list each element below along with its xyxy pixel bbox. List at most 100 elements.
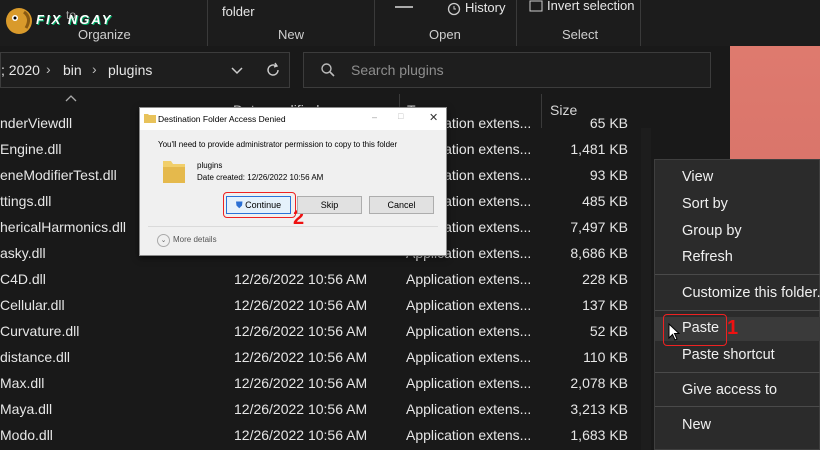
table-row[interactable]: C4D.dll 12/26/2022 10:56 AM Application … [0, 267, 640, 293]
menu-item-paste-shortcut[interactable]: Paste shortcut [655, 344, 820, 368]
file-type: Application extens... [406, 427, 532, 443]
file-size: 228 KB [582, 271, 628, 287]
skip-label: Skip [320, 200, 339, 210]
annotation-circle [223, 192, 296, 218]
file-size: 65 KB [589, 115, 628, 131]
refresh-icon[interactable] [265, 62, 281, 78]
file-size: 93 KB [589, 167, 628, 183]
file-size: 52 KB [589, 323, 628, 339]
file-type: Application extens... [406, 271, 532, 287]
skip-button[interactable]: Skip [297, 196, 362, 214]
search-icon [321, 63, 335, 77]
squirrel-logo-icon [6, 8, 32, 34]
file-name: hericalHarmonics.dll [0, 219, 127, 235]
file-name: nderViewdll [0, 115, 73, 131]
ribbon: FIX NGAY to folder History Invert select… [0, 0, 820, 46]
menu-item-new[interactable]: New [655, 414, 820, 438]
access-denied-dialog: Destination Folder Access Denied – □ ✕ Y… [139, 107, 447, 256]
folder-icon [163, 161, 185, 183]
breadcrumb-2020[interactable]: ; 2020 [1, 62, 40, 78]
table-row[interactable]: Max.dll 12/26/2022 10:56 AM Application … [0, 371, 640, 397]
chevron-right-icon: › [46, 61, 51, 77]
file-size: 1,481 KB [570, 141, 628, 157]
maximize-icon[interactable]: □ [398, 111, 403, 121]
file-name: Engine.dll [0, 141, 62, 157]
breadcrumb-bin[interactable]: bin [63, 62, 82, 78]
menu-item-group-by[interactable]: Group by [655, 220, 820, 244]
annotation-step-1: 1 [727, 317, 739, 339]
chevron-right-icon: › [92, 61, 97, 77]
history-button[interactable]: History [465, 0, 505, 15]
cancel-button[interactable]: Cancel [369, 196, 434, 214]
file-size: 7,497 KB [570, 219, 628, 235]
file-date: 12/26/2022 10:56 AM [234, 297, 368, 313]
address-bar[interactable]: ; 2020 › bin › plugins [0, 52, 290, 88]
file-date: 12/26/2022 10:56 AM [234, 375, 368, 391]
group-label-organize: Organize [78, 27, 131, 42]
file-size: 2,078 KB [570, 375, 628, 391]
dialog-title: Destination Folder Access Denied [158, 114, 286, 124]
close-icon[interactable]: ✕ [429, 111, 438, 124]
file-date: 12/26/2022 10:56 AM [234, 271, 368, 287]
breadcrumb-plugins[interactable]: plugins [108, 62, 152, 78]
menu-item-give-access[interactable]: Give access to [655, 379, 820, 403]
folder-icon [144, 114, 156, 123]
search-box[interactable]: Search plugins [303, 52, 711, 88]
invert-selection-button[interactable]: Invert selection [547, 0, 634, 13]
dialog-message: You'll need to provide administrator per… [158, 140, 398, 149]
more-details-toggle[interactable]: More details [173, 235, 217, 244]
chevron-down-icon[interactable]: ⌄ [157, 234, 170, 247]
file-type: Application extens... [406, 401, 532, 417]
file-size: 3,213 KB [570, 401, 628, 417]
vertical-scrollbar[interactable] [641, 128, 651, 450]
table-row[interactable]: Curvature.dll 12/26/2022 10:56 AM Applic… [0, 319, 640, 345]
minimize-icon[interactable]: – [372, 112, 377, 122]
file-size: 110 KB [583, 349, 628, 365]
invert-selection-icon[interactable] [529, 0, 543, 12]
dialog-titlebar: Destination Folder Access Denied – □ ✕ [140, 108, 446, 130]
file-name: Modo.dll [0, 427, 53, 443]
ribbon-to-text: to [66, 8, 77, 22]
file-type: Application extens... [406, 349, 532, 365]
file-size: 1,683 KB [570, 427, 628, 443]
group-label-select: Select [562, 27, 599, 42]
sort-up-icon [65, 95, 77, 102]
table-row[interactable]: Modo.dll 12/26/2022 10:56 AM Application… [0, 423, 640, 449]
chevron-down-icon[interactable] [230, 66, 244, 76]
context-menu: View Sort by Group by Refresh Customize … [654, 159, 820, 450]
group-label-open: Open [429, 27, 461, 42]
menu-item-refresh[interactable]: Refresh [655, 246, 820, 270]
properties-icon[interactable] [395, 0, 413, 8]
file-name: Max.dll [0, 375, 45, 391]
file-name: ttings.dll [0, 193, 52, 209]
file-date: 12/26/2022 10:56 AM [234, 349, 368, 365]
table-row[interactable]: distance.dll 12/26/2022 10:56 AM Applica… [0, 345, 640, 371]
file-type: Application extens... [406, 375, 532, 391]
new-folder-text[interactable]: folder [222, 4, 255, 19]
folder-name: plugins [197, 161, 223, 170]
file-name: Curvature.dll [0, 323, 80, 339]
menu-item-customize-folder[interactable]: Customize this folder... [655, 282, 820, 306]
table-row[interactable]: Cellular.dll 12/26/2022 10:56 AM Applica… [0, 293, 640, 319]
file-name: asky.dll [0, 245, 46, 261]
file-name: eneModifierTest.dll [0, 167, 117, 183]
file-name: Maya.dll [0, 401, 53, 417]
history-icon[interactable] [447, 2, 461, 16]
file-name: Cellular.dll [0, 297, 65, 313]
cancel-label: Cancel [387, 200, 416, 210]
group-label-new: New [278, 27, 305, 42]
menu-item-sort-by[interactable]: Sort by [655, 193, 820, 217]
folder-date-created: Date created: 12/26/2022 10:56 AM [197, 173, 324, 182]
file-size: 137 KB [582, 297, 628, 313]
file-name: distance.dll [0, 349, 71, 365]
mouse-cursor-icon [668, 323, 680, 341]
file-date: 12/26/2022 10:56 AM [234, 401, 368, 417]
file-name: C4D.dll [0, 271, 46, 287]
file-type: Application extens... [406, 297, 532, 313]
file-date: 12/26/2022 10:56 AM [234, 323, 368, 339]
search-input[interactable]: Search plugins [351, 62, 444, 78]
table-row[interactable]: Maya.dll 12/26/2022 10:56 AM Application… [0, 397, 640, 423]
menu-item-view[interactable]: View [655, 166, 820, 190]
file-type: Application extens... [406, 323, 532, 339]
file-size: 8,686 KB [570, 245, 628, 261]
